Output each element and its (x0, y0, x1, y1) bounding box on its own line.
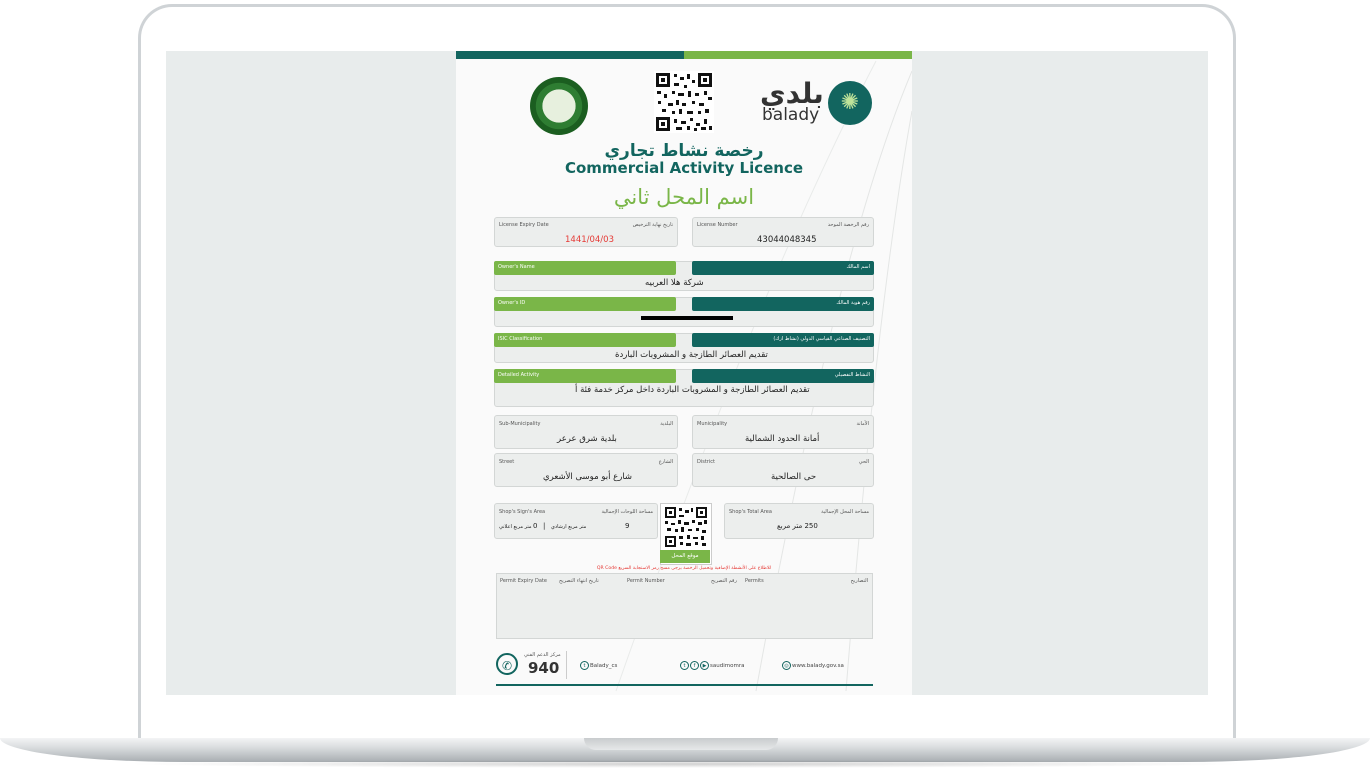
shop-name: اسم المحل ثاني (613, 185, 755, 209)
license-expiry-field: License Expiry Date تاريخ نهاية الترخيص … (494, 217, 678, 247)
footer-divider (566, 651, 567, 679)
support-center-label: مركز الدعم الفني (524, 652, 561, 658)
twitter-link[interactable]: t Balady_cs (580, 661, 617, 670)
field-label-en: License Number (697, 222, 738, 228)
field-label-ar: الأمانة (856, 421, 869, 427)
owner-name-label-bar: Owner's Name (494, 261, 676, 275)
street-field: Street الشارع شارع أبو موسى الأشعري (494, 453, 678, 487)
balady-logo: بلدي balady ✺ (756, 77, 876, 127)
total-area-field: Shop's Total Area مساحة المحل الإجمالية … (724, 503, 874, 539)
twitter-icon: t (580, 661, 589, 670)
field-label-ar: التصنيف الصناعي القياسي الدولي (نشاط ازك… (773, 336, 870, 342)
license-expiry-date: 1441/04/03 (565, 235, 614, 245)
field-label-en: ISIC Classification (498, 336, 543, 342)
redacted-id-bar (641, 316, 733, 320)
municipality-field: Municipality الأمانة أمانة الحدود الشمال… (692, 415, 874, 449)
field-label-en: Shop's Sign's Area (499, 509, 546, 515)
sub-municipality: بلدية شرق عرعر (557, 434, 617, 444)
field-label-en: Owner's Name (498, 264, 535, 270)
permits-header-number-en: Permit Number (627, 578, 665, 584)
globe-icon: ◎ (782, 661, 791, 670)
license-number-field: License Number رقم الرخصة الموحد 4304404… (692, 217, 874, 247)
detailed-activity-label-bar-ar: النشاط التفصيلي (692, 369, 874, 383)
twitter-handle: Balady_cs (590, 663, 618, 669)
sign-area-field: Shop's Sign's Area مساحة اللوحات الإجمال… (494, 503, 658, 539)
palm-icon: ✺ (828, 81, 872, 125)
field-label-ar: النشاط التفصيلي (834, 372, 870, 378)
isic-classification: تقديم العصائر الطازجة و المشروبات البارد… (615, 350, 768, 360)
title-english: Commercial Activity Licence (564, 159, 804, 177)
owner-name: شركة هلا العربيه (645, 278, 704, 288)
qr-note: للاطلاع على الأنشطة الإضافية وتحميل الرخ… (596, 566, 772, 571)
title-arabic: رخصة نشاط تجاري (604, 141, 764, 161)
saudi-seal-logo: ✦ (530, 77, 588, 135)
field-label-en: Municipality (697, 421, 728, 427)
field-label-ar: مساحة اللوحات الإجمالية (601, 509, 653, 515)
field-label-en: Shop's Total Area (729, 509, 772, 515)
owner-id-label-bar: Owner's ID (494, 297, 676, 311)
footer-line (496, 684, 873, 686)
field-label-ar: اسم المالك (846, 264, 870, 270)
phone-icon: ✆ (496, 653, 518, 675)
detailed-activity-label-bar: Detailed Activity (494, 369, 676, 383)
owner-name-label-bar-ar: اسم المالك (692, 261, 874, 275)
field-label-ar: البلدية (660, 421, 673, 427)
field-label-en: Sub-Municipality (499, 421, 541, 427)
laptop-notch (584, 738, 778, 750)
website-link[interactable]: ◎ www.balady.gov.sa (782, 661, 844, 670)
youtube-icon: ▶ (700, 661, 709, 670)
permits-header-expiry-en: Permit Expiry Date (500, 578, 547, 584)
isic-label-bar-ar: التصنيف الصناعي القياسي الدولي (نشاط ازك… (692, 333, 874, 347)
field-label-en: District (697, 459, 715, 465)
sign-area-separator: | (543, 522, 546, 530)
website-url: www.balady.gov.sa (792, 663, 844, 669)
licence-footer: ✆ مركز الدعم الفني 940 t Balady_cs t f ▶ sau… (496, 647, 873, 687)
permits-header-permits-en: Permits (745, 578, 764, 584)
field-label-ar: الشارع (658, 459, 673, 465)
owner-id-label-bar-ar: رقم هوية المالك (692, 297, 874, 311)
permits-header-expiry-ar: تاريخ انتهاء التصريح (559, 578, 599, 584)
permits-header-number-ar: رقم التصريح (711, 578, 737, 584)
field-label-ar: تاريخ نهاية الترخيص (632, 222, 673, 228)
street: شارع أبو موسى الأشعري (543, 472, 633, 482)
qr-location-label: موقع المحل (660, 550, 710, 563)
sign-area-value-b: 0 (533, 522, 538, 530)
permits-table: Permit Expiry Date تاريخ انتهاء التصريح … (496, 573, 873, 639)
sign-area-value-a: 9 (625, 522, 630, 530)
field-label-ar: الحي (858, 459, 869, 465)
permits-header-permits-ar: التصاريح (850, 578, 868, 584)
sign-area-unit-b: متر مربع اعلاني (499, 524, 532, 530)
district-field: District الحي حى الصالحية (692, 453, 874, 487)
twitter-icon: t (680, 661, 689, 670)
field-label-en: Street (499, 459, 515, 465)
total-area: 250 متر مربع (777, 522, 818, 530)
field-label-ar: رقم الرخصة الموحد (827, 222, 869, 228)
social-handle: saudimomra (710, 663, 745, 669)
municipality: أمانة الحدود الشمالية (745, 434, 820, 444)
laptop-shadow (120, 760, 1250, 768)
support-number: 940 (528, 659, 560, 677)
license-number: 43044048345 (757, 235, 817, 245)
detailed-activity: تقديم العصائر الطازجة و المشروبات البارد… (575, 385, 810, 395)
field-label-ar: مساحة المحل الإجمالية (821, 509, 869, 515)
field-label-en: Detailed Activity (498, 372, 540, 378)
licence-document: ✦ بلدي balady ✺ رخصة نشاط تجاري Commerci… (456, 51, 912, 695)
district: حى الصالحية (771, 472, 817, 482)
facebook-icon: f (690, 661, 699, 670)
field-label-en: Owner's ID (498, 300, 526, 306)
field-label-ar: رقم هوية المالك (836, 300, 870, 306)
qr-code-top (654, 71, 714, 133)
balady-logo-english: balady (762, 105, 820, 125)
sign-area-unit-a: متر مربع ارشادي (551, 524, 587, 530)
field-label-en: License Expiry Date (499, 222, 549, 228)
social-links[interactable]: t f ▶ saudimomra (680, 661, 744, 670)
isic-label-bar: ISIC Classification (494, 333, 676, 347)
sub-municipality-field: Sub-Municipality البلدية بلدية شرق عرعر (494, 415, 678, 449)
